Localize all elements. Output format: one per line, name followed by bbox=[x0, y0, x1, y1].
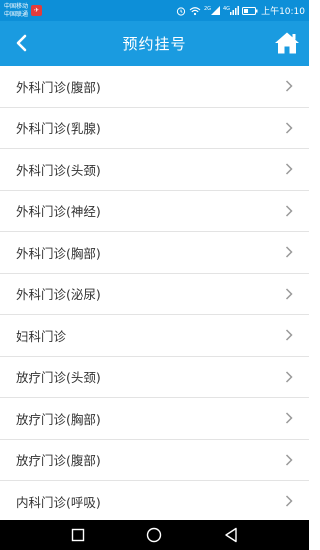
signal-4g-label: 4G bbox=[223, 6, 231, 12]
clock-time: 上午10:10 bbox=[261, 7, 305, 17]
chevron-right-icon bbox=[285, 122, 293, 134]
list-item-label: 外科门诊(神经) bbox=[16, 204, 101, 220]
notification-app-icon: ✈ bbox=[31, 5, 43, 16]
home-button[interactable] bbox=[271, 27, 303, 59]
signal-4g-icon: 4G bbox=[223, 6, 240, 15]
list-item[interactable]: 放疗门诊(腹部) bbox=[0, 440, 309, 481]
system-home-button[interactable] bbox=[142, 523, 166, 547]
list-item[interactable]: 妇科门诊 bbox=[0, 315, 309, 357]
list-item-label: 放疗门诊(腹部) bbox=[16, 453, 101, 469]
chevron-right-icon bbox=[285, 288, 293, 300]
list-item-label: 放疗门诊(胸部) bbox=[16, 411, 101, 427]
signal-2g-icon: 2G bbox=[204, 6, 220, 15]
list-item-label: 放疗门诊(头颈) bbox=[16, 370, 101, 386]
list-item[interactable]: 外科门诊(神经) bbox=[0, 191, 309, 232]
list-item-label: 外科门诊(乳腺) bbox=[16, 121, 101, 137]
system-nav-bar bbox=[0, 520, 309, 550]
signal-2g-label: 2G bbox=[203, 6, 211, 12]
battery-icon bbox=[242, 6, 258, 15]
list-item[interactable]: 放疗门诊(头颈) bbox=[0, 357, 309, 398]
wifi-icon bbox=[189, 6, 201, 16]
list-item[interactable]: 外科门诊(胸部) bbox=[0, 232, 309, 274]
list-item-label: 外科门诊(胸部) bbox=[16, 245, 101, 261]
chevron-right-icon bbox=[285, 329, 293, 341]
chevron-right-icon bbox=[285, 454, 293, 466]
carrier-1-label: 中国移动 bbox=[4, 2, 29, 10]
chevron-left-icon bbox=[16, 34, 27, 52]
list-item-label: 外科门诊(腹部) bbox=[16, 79, 101, 95]
list-item[interactable]: 外科门诊(泌尿) bbox=[0, 274, 309, 315]
triangle-back-icon bbox=[225, 527, 237, 543]
carrier-group: 中国移动 中国联通 ✈ bbox=[4, 3, 43, 19]
circle-home-icon bbox=[147, 527, 162, 543]
status-bar: 中国移动 中国联通 ✈ 2G 4G 上午10:10 bbox=[0, 0, 309, 21]
home-icon bbox=[275, 32, 299, 54]
system-back-button[interactable] bbox=[219, 523, 243, 547]
page-title: 预约挂号 bbox=[122, 35, 187, 53]
chevron-right-icon bbox=[285, 163, 293, 175]
back-button[interactable] bbox=[8, 29, 36, 57]
alarm-icon bbox=[176, 6, 186, 16]
list-item[interactable]: 外科门诊(乳腺) bbox=[0, 108, 309, 149]
square-recents-icon bbox=[71, 528, 85, 542]
chevron-right-icon bbox=[285, 205, 293, 217]
chevron-right-icon bbox=[285, 371, 293, 383]
chevron-right-icon bbox=[285, 495, 293, 507]
list-item-label: 内科门诊(呼吸) bbox=[16, 494, 101, 510]
chevron-right-icon bbox=[285, 246, 293, 258]
chevron-right-icon bbox=[285, 412, 293, 424]
carrier-labels: 中国移动 中国联通 bbox=[4, 3, 28, 19]
list-item-label: 妇科门诊 bbox=[16, 328, 67, 344]
list-item[interactable]: 外科门诊(头颈) bbox=[0, 149, 309, 191]
app-header: 预约挂号 bbox=[0, 21, 309, 66]
list-item-label: 外科门诊(泌尿) bbox=[16, 287, 101, 303]
list-item[interactable]: 外科门诊(腹部) bbox=[0, 66, 309, 108]
status-icons: 2G 4G 上午10:10 bbox=[176, 4, 305, 17]
department-list: 外科门诊(腹部) 外科门诊(乳腺) 外科门诊(头颈) 外科门诊(神经) 外科门诊… bbox=[0, 66, 309, 520]
recents-button[interactable] bbox=[66, 523, 90, 547]
carrier-2-label: 中国联通 bbox=[4, 10, 29, 18]
chevron-right-icon bbox=[285, 80, 293, 92]
list-item-label: 外科门诊(头颈) bbox=[16, 162, 101, 178]
list-item[interactable]: 放疗门诊(胸部) bbox=[0, 398, 309, 440]
list-item[interactable]: 内科门诊(呼吸) bbox=[0, 481, 309, 520]
